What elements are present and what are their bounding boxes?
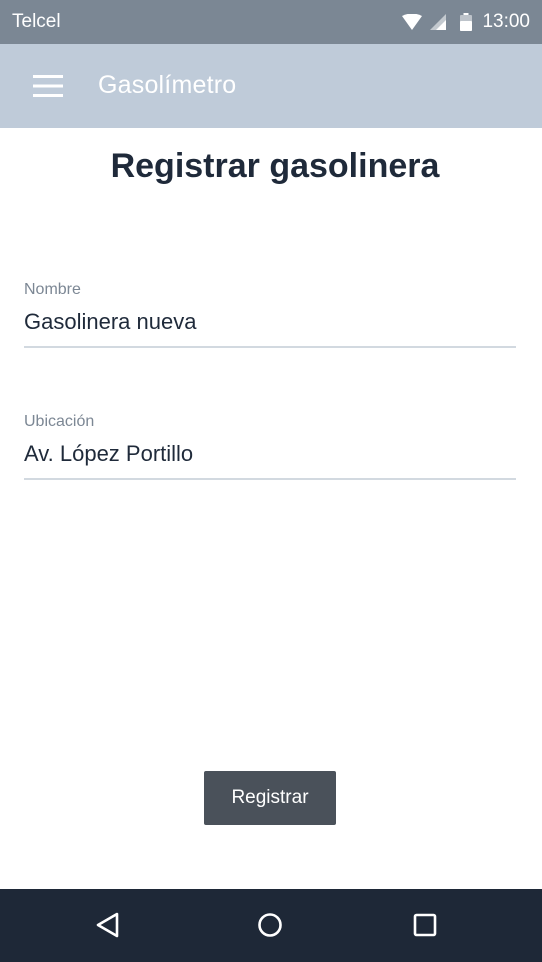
home-icon [258, 913, 282, 937]
register-button[interactable]: Registrar [204, 771, 336, 825]
status-icons: 13:00 [402, 10, 530, 34]
location-field-label: Ubicación [24, 413, 95, 430]
clock: 13:00 [482, 11, 530, 32]
hamburger-menu-icon [33, 75, 63, 97]
carrier-label: Telcel [12, 11, 61, 32]
battery-icon [460, 13, 473, 31]
screen: Telcel 13:00 Gasolímetro Registrar gasol… [0, 0, 542, 962]
status-bar: Telcel 13:00 [0, 0, 542, 44]
name-field-label: Nombre [24, 281, 81, 298]
location-input[interactable] [24, 440, 516, 480]
back-icon [96, 912, 119, 938]
signal-icon [430, 14, 447, 30]
name-input[interactable] [24, 308, 516, 348]
location-field: Ubicación [24, 412, 516, 480]
recent-apps-icon [413, 913, 437, 937]
app-bar: Gasolímetro [0, 44, 542, 128]
home-button[interactable] [250, 907, 290, 943]
page-title: Registrar gasolinera [110, 147, 440, 185]
back-button[interactable] [88, 907, 128, 943]
recent-apps-button[interactable] [405, 907, 445, 943]
app-title: Gasolímetro [98, 71, 237, 99]
name-field: Nombre [24, 280, 516, 348]
navigation-bar [0, 889, 542, 962]
menu-button[interactable] [22, 64, 74, 108]
wifi-icon [402, 13, 423, 30]
